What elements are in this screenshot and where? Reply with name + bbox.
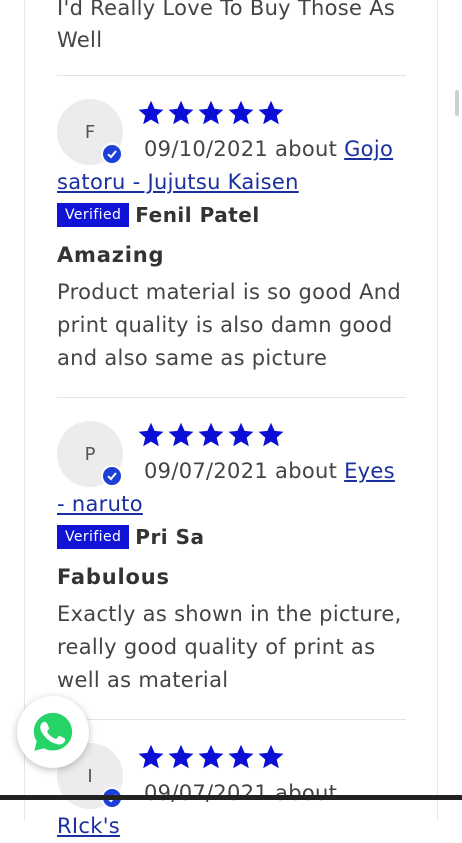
- verified-row: Verified Fenil Patel: [57, 203, 260, 227]
- star-icon: [138, 422, 164, 447]
- scrollbar-thumb[interactable]: [455, 90, 459, 116]
- whatsapp-icon: [33, 712, 73, 751]
- star-icon: [198, 422, 224, 447]
- product-link[interactable]: RIck's: [57, 814, 120, 838]
- about-label: about: [275, 137, 338, 161]
- review-date: 09/07/2021: [144, 459, 269, 483]
- review-author: Fenil Patel: [135, 203, 260, 227]
- review-meta: 09/07/2021 about RIck's: [57, 777, 407, 843]
- review-body: Product material is so good And print qu…: [57, 280, 401, 370]
- verified-row: Verified Pri Sa: [57, 525, 205, 549]
- star-icon: [228, 422, 254, 447]
- star-icon: [228, 100, 254, 125]
- review-divider: [57, 397, 406, 398]
- review-date: 09/10/2021: [144, 137, 269, 161]
- star-rating: [137, 99, 285, 127]
- star-icon: [168, 744, 194, 769]
- star-icon: [168, 100, 194, 125]
- review-title: Fabulous: [57, 565, 170, 589]
- star-rating: [137, 743, 285, 771]
- star-icon: [258, 422, 284, 447]
- review-meta: 09/07/2021 about Eyes - naruto: [57, 455, 407, 521]
- star-icon: [258, 744, 284, 769]
- star-icon: [198, 100, 224, 125]
- verified-badge: Verified: [57, 203, 130, 227]
- about-label: about: [275, 459, 338, 483]
- about-label: about: [275, 781, 338, 805]
- review-meta: 09/10/2021 about Gojo satoru - Jujutsu K…: [57, 133, 407, 199]
- review-divider: [57, 75, 406, 76]
- verified-badge: Verified: [57, 525, 130, 549]
- review-body: Exactly as shown in the picture, really …: [57, 602, 402, 692]
- star-icon: [228, 744, 254, 769]
- star-icon: [138, 100, 164, 125]
- star-icon: [168, 422, 194, 447]
- previous-review-text: I'd Really Love To Buy Those As Well: [57, 0, 396, 52]
- system-nav-bar: [0, 795, 462, 800]
- star-icon: [258, 100, 284, 125]
- review-date: 09/07/2021: [144, 781, 269, 805]
- star-icon: [138, 744, 164, 769]
- review-author: Pri Sa: [135, 525, 205, 549]
- review-title: Amazing: [57, 243, 165, 267]
- star-icon: [198, 744, 224, 769]
- star-rating: [137, 421, 285, 449]
- review-divider: [57, 719, 406, 720]
- whatsapp-button[interactable]: [17, 696, 89, 768]
